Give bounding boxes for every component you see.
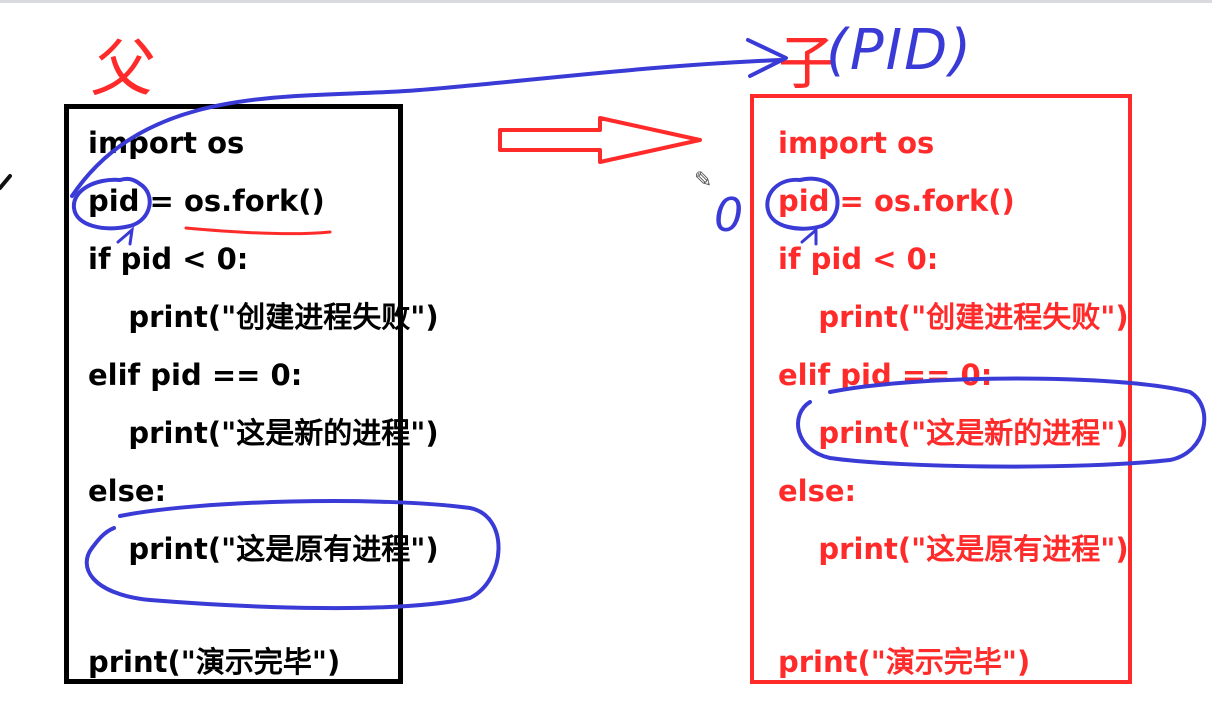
child-code-line-4: print("创建进程失败") xyxy=(778,300,1129,334)
parent-code-line-2: pid = os.fork() xyxy=(88,184,325,218)
child-code-line-2: pid = os.fork() xyxy=(778,184,1015,218)
parent-code-line-7: else: xyxy=(88,474,167,508)
zero-return-label: 0 xyxy=(714,188,744,242)
parent-code-line-9: print("演示完毕") xyxy=(88,645,341,679)
child-code-line-5: elif pid == 0: xyxy=(778,358,993,392)
parent-code-line-6: print("这是新的进程") xyxy=(88,416,439,450)
child-code-line-8: print("这是原有进程") xyxy=(778,532,1129,566)
parent-code-line-5: elif pid == 0: xyxy=(88,358,303,392)
child-code-line-6: print("这是新的进程") xyxy=(778,416,1129,450)
child-code-line-7: else: xyxy=(778,474,857,508)
stray-stroke xyxy=(0,174,12,190)
child-code-line-9: print("演示完毕") xyxy=(778,645,1031,679)
parent-code-line-4: print("创建进程失败") xyxy=(88,300,439,334)
child-code-line-1: import os xyxy=(778,126,935,160)
parent-code-line-8: print("这是原有进程") xyxy=(88,532,439,566)
child-code-line-3: if pid < 0: xyxy=(778,242,939,276)
copy-arrow xyxy=(498,116,702,164)
top-divider xyxy=(0,0,1212,3)
parent-code-line-3: if pid < 0: xyxy=(88,242,249,276)
pid-label: (PID) xyxy=(826,18,974,83)
pencil-icon: ✎ xyxy=(694,168,713,193)
parent-code-line-1: import os xyxy=(88,126,245,160)
parent-label: 父 xyxy=(88,32,161,105)
